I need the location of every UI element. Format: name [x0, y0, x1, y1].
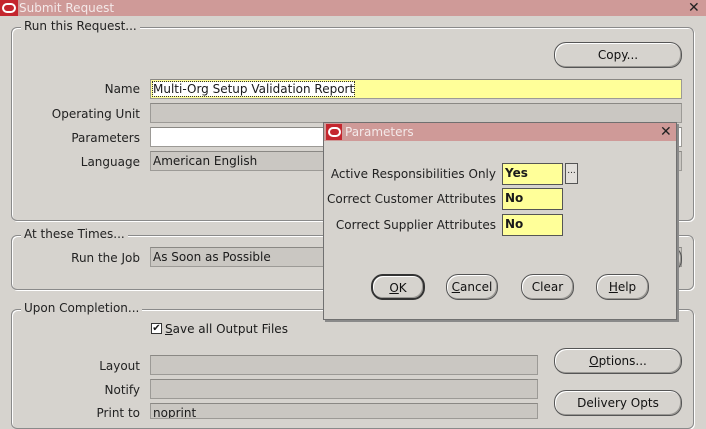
name-label: Name	[104, 82, 140, 96]
layout-field[interactable]	[150, 355, 538, 375]
dialog-title: Parameters	[345, 125, 414, 139]
param-label-supplier: Correct Supplier Attributes	[335, 218, 496, 232]
parameters-label: Parameters	[71, 131, 140, 145]
delivery-opts-button[interactable]: Delivery Opts	[554, 390, 682, 416]
param-field-customer[interactable]: No	[502, 188, 563, 210]
dialog-titlebar: Parameters ✕	[324, 123, 676, 141]
notify-field[interactable]	[150, 379, 538, 399]
copy-button[interactable]: Copy...	[554, 42, 682, 68]
param-field-supplier[interactable]: No	[502, 214, 563, 236]
close-icon[interactable]: ✕	[660, 124, 672, 140]
upon-completion-group-title: Upon Completion...	[21, 301, 143, 315]
notify-label: Notify	[104, 383, 140, 397]
run-job-label: Run the Job	[71, 251, 140, 265]
oracle-logo-icon	[326, 124, 342, 140]
at-times-group-title: At these Times...	[21, 227, 128, 241]
run-request-group-title: Run this Request...	[21, 19, 140, 33]
param-label-customer: Correct Customer Attributes	[327, 192, 496, 206]
language-label: Language	[80, 155, 140, 169]
window-title: Submit Request	[19, 1, 115, 15]
param-field-active-resp[interactable]: Yes	[502, 163, 563, 185]
param-label-active-resp: Active Responsibilities Only	[330, 167, 496, 181]
ellipsis-icon[interactable]: ...	[565, 163, 578, 184]
name-field[interactable]: Multi-Org Setup Validation Report	[150, 79, 682, 99]
oracle-logo-icon	[0, 0, 18, 16]
save-output-label[interactable]: Save all Output Files	[165, 322, 288, 336]
options-button[interactable]: Options...	[554, 348, 682, 374]
operating-unit-label: Operating Unit	[51, 107, 140, 121]
close-icon[interactable]: ✕	[688, 0, 700, 16]
clear-button[interactable]: Clear	[521, 274, 574, 300]
parameters-dialog: Parameters ✕ Active Responsibilities Onl…	[323, 122, 677, 320]
help-button[interactable]: Help	[596, 274, 649, 300]
name-value: Multi-Org Setup Validation Report	[151, 81, 356, 97]
checkmark-icon[interactable]: ✔	[151, 323, 162, 334]
cancel-button[interactable]: Cancel	[446, 274, 498, 300]
window-titlebar: Submit Request ✕	[0, 0, 706, 16]
ok-button[interactable]: OK	[371, 274, 425, 300]
print-to-label: Print to	[96, 406, 140, 420]
operating-unit-field[interactable]	[150, 103, 682, 123]
layout-label: Layout	[99, 359, 140, 373]
print-to-field[interactable]: noprint	[150, 403, 538, 419]
